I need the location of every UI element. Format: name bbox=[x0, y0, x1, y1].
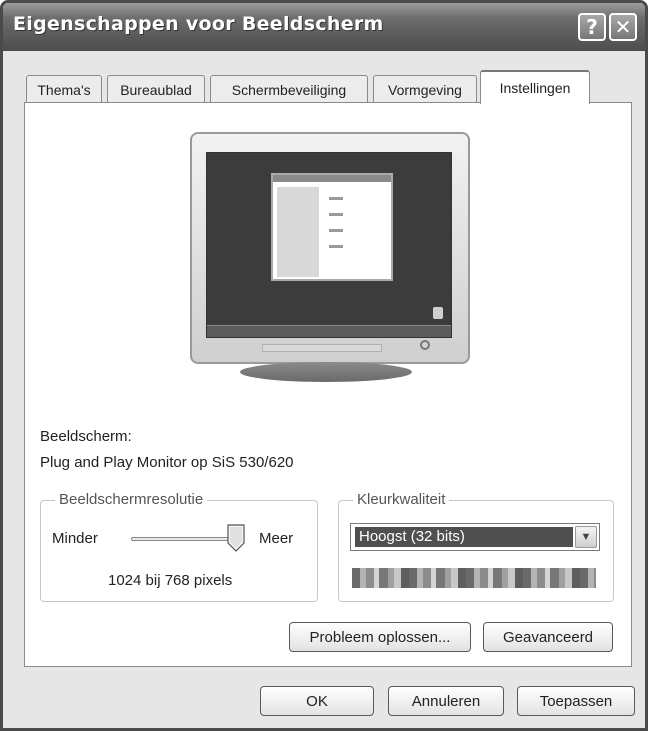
close-button[interactable]: ✕ bbox=[609, 13, 637, 41]
slider-max-label: Meer bbox=[259, 530, 294, 547]
help-button[interactable]: ? bbox=[578, 13, 606, 41]
recycle-bin-icon bbox=[433, 307, 443, 319]
tab-screensaver[interactable]: Schermbeveiliging bbox=[210, 75, 368, 103]
color-preview-bar bbox=[352, 568, 596, 588]
display-label: Beeldscherm: bbox=[40, 428, 132, 445]
preview-window bbox=[271, 173, 393, 281]
color-quality-select[interactable]: Hoogst (32 bits) ▼ bbox=[350, 523, 600, 551]
monitor-vent bbox=[262, 344, 382, 352]
cancel-button[interactable]: Annuleren bbox=[388, 686, 504, 716]
preview-taskbar bbox=[207, 325, 451, 337]
monitor-screen bbox=[206, 152, 452, 338]
advanced-button[interactable]: Geavanceerd bbox=[483, 622, 613, 652]
resolution-slider-track[interactable] bbox=[131, 537, 239, 541]
resolution-value: 1024 bij 768 pixels bbox=[108, 572, 233, 589]
tab-settings[interactable]: Instellingen bbox=[480, 70, 590, 104]
display-value: Plug and Play Monitor op SiS 530/620 bbox=[40, 454, 294, 471]
resolution-slider-thumb[interactable] bbox=[227, 524, 245, 552]
monitor-preview bbox=[190, 132, 470, 364]
ok-button[interactable]: OK bbox=[260, 686, 374, 716]
color-quality-group-label: Kleurkwaliteit bbox=[353, 491, 450, 508]
tab-strip: Thema's Bureaublad Schermbeveiliging Vor… bbox=[26, 70, 626, 104]
title-bar[interactable]: Eigenschappen voor Beeldscherm ? ✕ bbox=[3, 3, 645, 51]
power-button-icon bbox=[420, 340, 430, 350]
slider-min-label: Minder bbox=[52, 530, 98, 547]
chevron-down-icon[interactable]: ▼ bbox=[575, 526, 597, 548]
color-quality-selected: Hoogst (32 bits) bbox=[355, 527, 573, 547]
window-title: Eigenschappen voor Beeldscherm bbox=[13, 13, 384, 35]
tab-desktop[interactable]: Bureaublad bbox=[107, 75, 205, 103]
tab-appearance[interactable]: Vormgeving bbox=[373, 75, 477, 103]
monitor-stand bbox=[240, 362, 412, 382]
troubleshoot-button[interactable]: Probleem oplossen... bbox=[289, 622, 471, 652]
resolution-group-label: Beeldschermresolutie bbox=[55, 491, 208, 508]
apply-button[interactable]: Toepassen bbox=[517, 686, 635, 716]
tab-themes[interactable]: Thema's bbox=[26, 75, 102, 103]
